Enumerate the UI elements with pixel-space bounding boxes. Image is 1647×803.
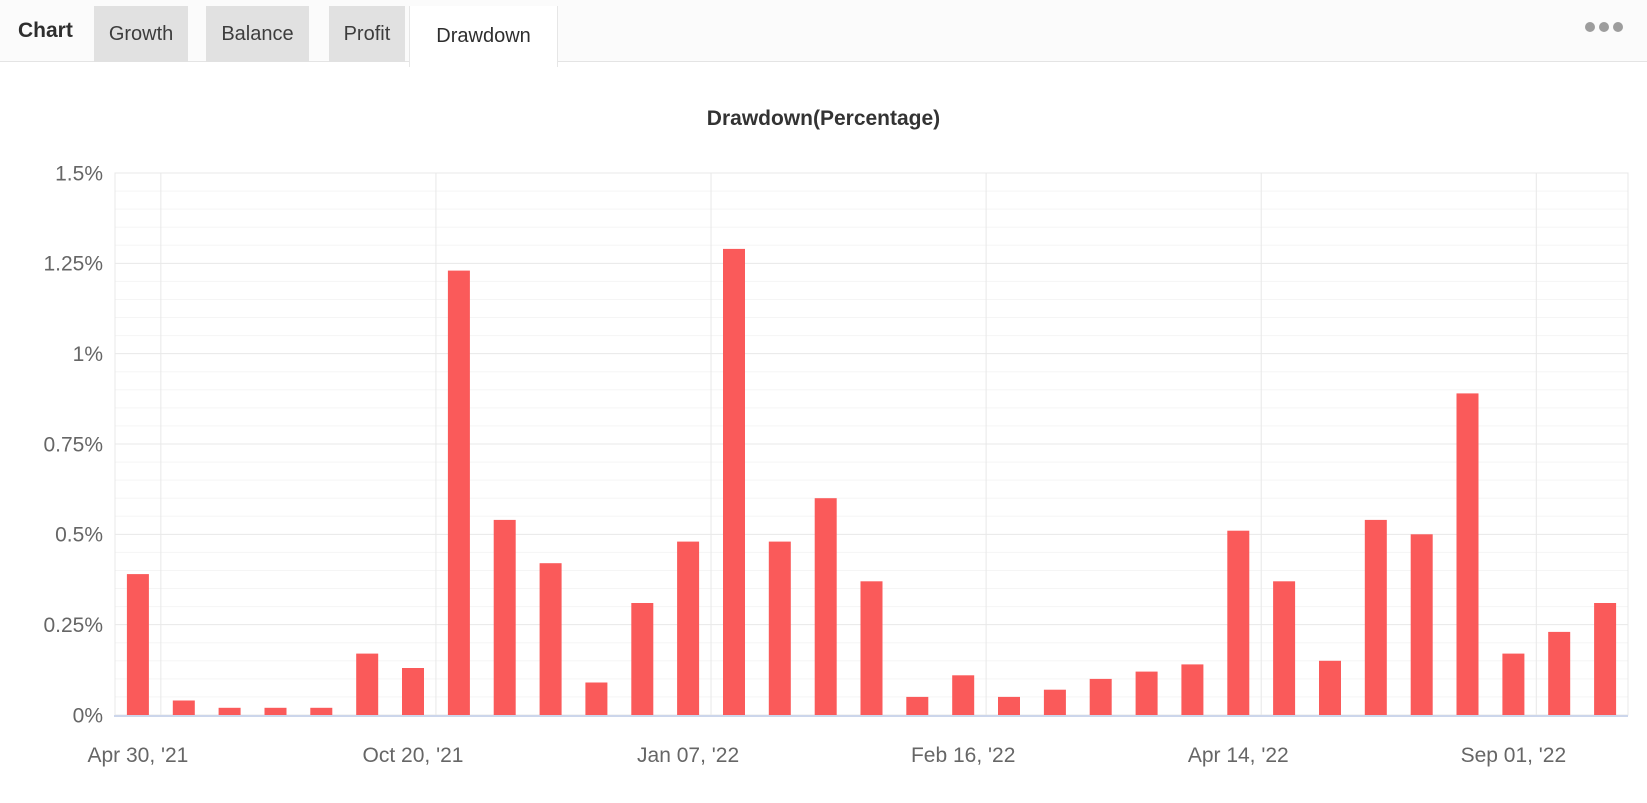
drawdown-bar[interactable] [310,707,333,715]
x-axis-tick-label: Feb 16, '22 [911,744,1015,767]
x-axis-tick-label: Sep 01, '22 [1461,744,1567,767]
x-axis-tick-label: Apr 14, '22 [1188,744,1289,767]
drawdown-bar[interactable] [1273,581,1296,715]
drawdown-bar[interactable] [1502,653,1525,715]
y-axis-tick-label: 0.5% [55,524,103,547]
y-axis-tick-label: 1.5% [55,162,103,185]
drawdown-bar[interactable] [447,270,470,715]
x-axis-tick-label: Jan 07, '22 [637,744,739,767]
drawdown-bar[interactable] [264,707,287,715]
drawdown-bar[interactable] [860,581,883,715]
drawdown-bar[interactable] [1089,678,1112,715]
tab-growth[interactable]: Growth [93,6,189,62]
drawdown-bar[interactable] [1364,519,1387,715]
ellipsis-dot [1599,22,1609,32]
drawdown-bar[interactable] [356,653,379,715]
drawdown-bar[interactable] [814,498,837,715]
x-axis-tick-label: Apr 30, '21 [87,744,188,767]
y-axis-tick-label: 1% [73,343,103,366]
drawdown-bar[interactable] [677,541,700,715]
drawdown-bar[interactable] [402,668,424,715]
drawdown-bar[interactable] [126,574,149,715]
chart-title: Drawdown(Percentage) [706,107,941,130]
drawdown-bar[interactable] [1227,530,1250,715]
y-axis-tick-label: 1.25% [43,253,103,276]
drawdown-bar[interactable] [906,696,929,715]
tab-profit[interactable]: Profit [328,6,406,62]
ellipsis-icon[interactable] [1585,22,1623,32]
drawdown-bar[interactable] [1043,689,1066,715]
drawdown-bar[interactable] [1548,631,1571,715]
ellipsis-dot [1613,22,1623,32]
drawdown-bar[interactable] [172,700,195,716]
drawdown-bar[interactable] [1319,660,1341,715]
y-axis-tick-label: 0.25% [43,614,103,637]
drawdown-bar[interactable] [631,603,654,715]
chart-tab-bar: Chart Growth Balance Profit Drawdown [0,0,1647,67]
drawdown-bar[interactable] [585,682,608,716]
drawdown-bar[interactable] [723,248,745,715]
drawdown-bar[interactable] [952,675,975,715]
drawdown-bar[interactable] [998,696,1020,715]
drawdown-bar[interactable] [1181,664,1204,715]
drawdown-bar[interactable] [768,541,791,715]
ellipsis-dot [1585,22,1595,32]
y-axis-tick-label: 0.75% [43,433,103,456]
drawdown-chart-window: Chart Growth Balance Profit Drawdown Dra… [0,0,1647,803]
tab-drawdown[interactable]: Drawdown [409,6,558,67]
drawdown-bar[interactable] [1410,534,1433,715]
drawdown-bar[interactable] [1135,671,1158,715]
drawdown-bar-chart: 0% 0.25% 0.5% 0.75% 1% 1.25% 1.5% Apr 30, '21 Oc… [43,162,1629,767]
x-axis-tick-label: Oct 20, '21 [363,744,464,767]
drawdown-bar[interactable] [493,519,516,715]
drawdown-bar[interactable] [1456,393,1479,715]
chart-section-label: Chart [18,18,73,42]
y-axis-tick-label: 0% [73,704,103,727]
drawdown-bar[interactable] [1594,603,1617,715]
drawdown-bar[interactable] [218,707,241,715]
tab-balance[interactable]: Balance [206,6,309,62]
drawdown-bar[interactable] [539,563,562,715]
